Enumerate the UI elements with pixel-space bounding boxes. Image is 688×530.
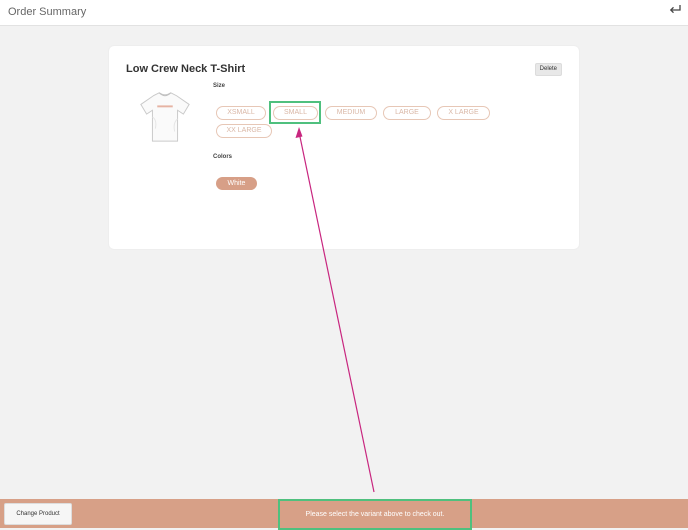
colors-label: Colors xyxy=(213,154,233,160)
size-option-medium[interactable]: MEDIUM xyxy=(325,106,377,120)
size-label: Size xyxy=(213,83,226,89)
size-option-xsmall[interactable]: XSMALL xyxy=(216,106,266,120)
checkout-message: Please select the variant above to check… xyxy=(278,499,472,530)
color-option-white[interactable]: White xyxy=(216,177,257,190)
top-bar: Order Summary xyxy=(0,0,688,26)
page-title: Order Summary xyxy=(8,6,87,18)
product-card: Low Crew Neck T-Shirt Delete Size XSMALL… xyxy=(109,46,579,249)
size-option-large[interactable]: LARGE xyxy=(383,106,431,120)
tshirt-image xyxy=(140,92,190,142)
size-option-small[interactable]: SMALL xyxy=(273,106,318,120)
change-product-button[interactable]: Change Product xyxy=(4,503,72,525)
product-title: Low Crew Neck T-Shirt xyxy=(126,63,246,75)
size-option-xx-large[interactable]: XX LARGE xyxy=(216,124,272,138)
size-option-x-large[interactable]: X LARGE xyxy=(437,106,490,120)
return-arrow-icon[interactable] xyxy=(668,3,682,17)
delete-button[interactable]: Delete xyxy=(534,63,562,76)
